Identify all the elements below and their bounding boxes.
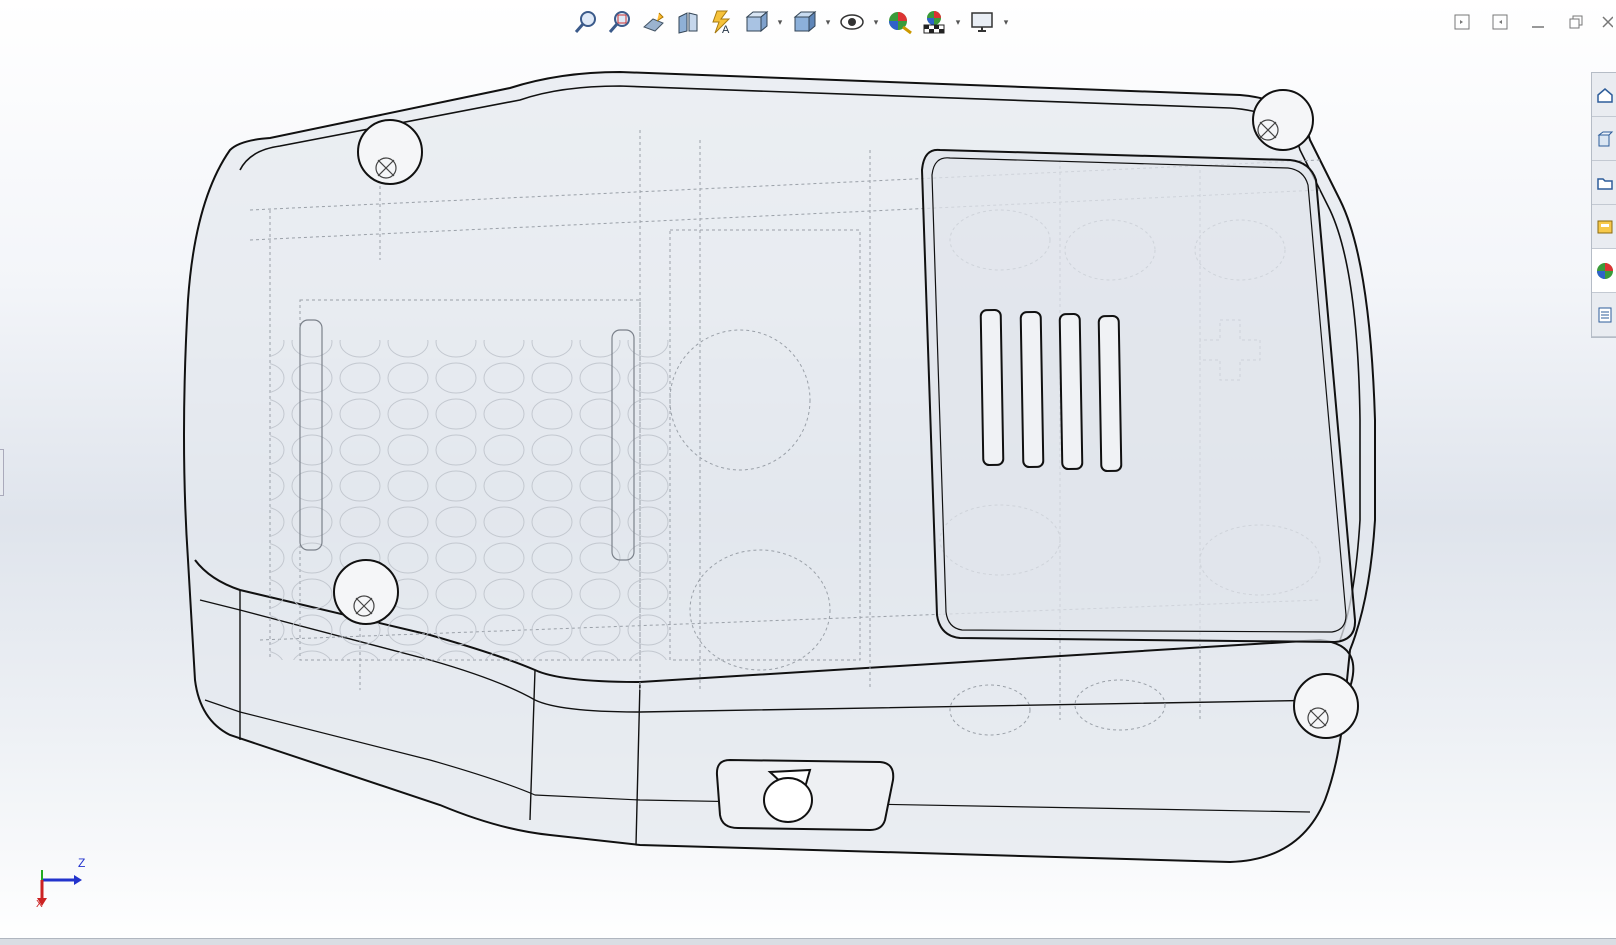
dynamic-annotation-views-icon[interactable]: A (706, 6, 738, 38)
window-controls (1446, 8, 1616, 36)
restore-icon[interactable] (1560, 8, 1592, 36)
tile-right-icon[interactable] (1484, 8, 1516, 36)
view-orientation-icon[interactable] (740, 6, 772, 38)
design-library-tab-icon[interactable] (1592, 117, 1616, 161)
minimize-icon[interactable] (1522, 8, 1554, 36)
appearances-scenes-tab-icon[interactable] (1592, 249, 1616, 293)
display-style-icon[interactable] (788, 6, 820, 38)
display-style-dropdown-icon[interactable]: ▾ (822, 6, 834, 38)
solidworks-resources-tab-icon[interactable] (1592, 73, 1616, 117)
speaker-hole-grid (270, 340, 670, 660)
view-orientation-dropdown-icon[interactable]: ▾ (774, 6, 786, 38)
connector-cutout (715, 758, 895, 832)
apply-scene-icon[interactable] (918, 6, 950, 38)
svg-text:A: A (722, 24, 730, 35)
file-explorer-tab-icon[interactable] (1592, 161, 1616, 205)
custom-properties-tab-icon[interactable] (1592, 293, 1616, 337)
close-icon[interactable] (1598, 8, 1616, 36)
feature-manager-collapse-handle[interactable] (0, 449, 4, 496)
graphics-area[interactable]: A ▾ ▾ ▾ ▾ ▾ Z X (0, 0, 1616, 945)
model-enclosure[interactable] (0, 0, 1616, 945)
reference-triad: Z X (34, 856, 94, 922)
previous-view-icon[interactable] (638, 6, 670, 38)
view-palette-tab-icon[interactable] (1592, 205, 1616, 249)
triad-axes-icon (37, 870, 82, 906)
heads-up-view-toolbar: A ▾ ▾ ▾ ▾ ▾ (570, 6, 1012, 38)
triad-z-label: Z (78, 856, 86, 870)
view-settings-dropdown-icon[interactable]: ▾ (1000, 6, 1012, 38)
edit-appearance-icon[interactable] (884, 6, 916, 38)
status-bar-edge (0, 938, 1616, 945)
section-view-icon[interactable] (672, 6, 704, 38)
hide-show-dropdown-icon[interactable]: ▾ (870, 6, 882, 38)
tile-left-icon[interactable] (1446, 8, 1478, 36)
hide-show-items-icon[interactable] (836, 6, 868, 38)
zoom-to-area-icon[interactable] (604, 6, 636, 38)
apply-scene-dropdown-icon[interactable]: ▾ (952, 6, 964, 38)
triad-x-label: X (36, 899, 43, 910)
view-settings-icon[interactable] (966, 6, 998, 38)
zoom-to-fit-icon[interactable] (570, 6, 602, 38)
task-pane (1591, 72, 1616, 338)
